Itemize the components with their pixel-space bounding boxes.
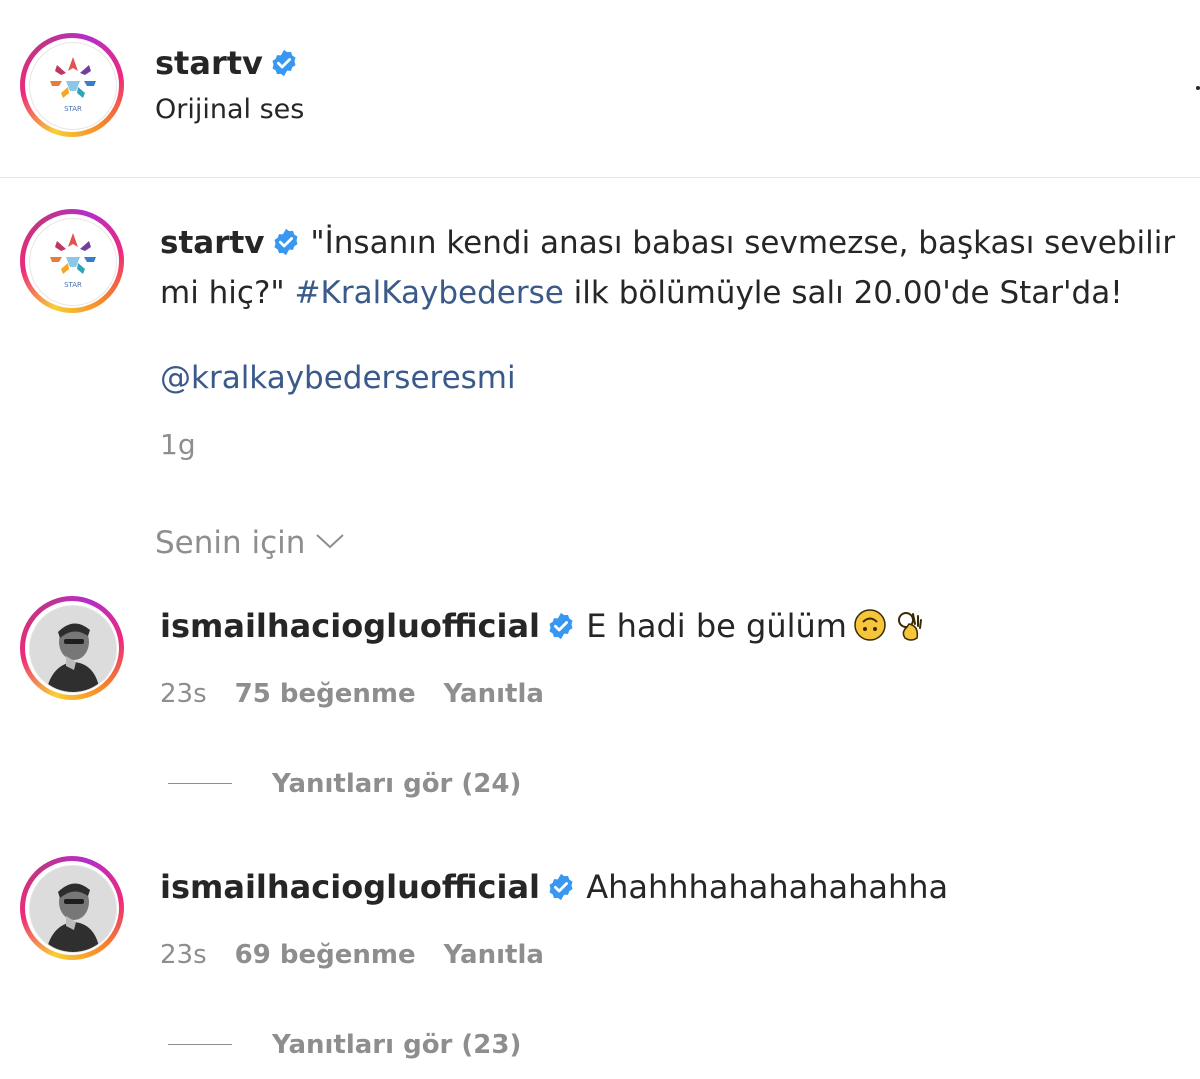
comment-sort-label: Senin için: [155, 525, 306, 561]
chevron-down-icon: [316, 534, 345, 549]
comment-1-text: E hadi be gülüm: [586, 607, 847, 645]
caption-username[interactable]: startv: [160, 225, 265, 261]
comment-sort-dropdown[interactable]: Senin için: [155, 525, 345, 561]
verified-badge-icon: [272, 49, 296, 77]
comment-1-view-replies[interactable]: Yanıtları gör (24): [168, 769, 521, 799]
avatar-comment-1[interactable]: [20, 596, 124, 700]
verified-badge-icon: [549, 612, 573, 640]
header-username[interactable]: startv: [155, 44, 299, 82]
divider-line: [168, 1044, 232, 1045]
profile-photo: [30, 606, 116, 692]
caption-rest: ilk bölümüyle salı 20.00'de Star'da!: [573, 275, 1123, 311]
comment-2-body: ismailhaciogluofficial Ahahhhahahahahahh…: [160, 868, 948, 906]
star-tv-logo: STAR: [50, 233, 96, 289]
comment-2-meta: 23s 69 beğenme Yanıtla: [160, 940, 572, 970]
ok-hand-icon: [897, 612, 922, 641]
avatar-comment-2[interactable]: [20, 856, 124, 960]
comment-1-body: ismailhaciogluofficial E hadi be gülüm: [160, 607, 927, 645]
audio-label[interactable]: Orijinal ses: [155, 94, 304, 125]
svg-text:STAR: STAR: [64, 281, 82, 289]
avatar-startv-caption[interactable]: STAR: [20, 209, 124, 313]
star-tv-logo: STAR: [50, 57, 96, 113]
comment-1-meta: 23s 75 beğenme Yanıtla: [160, 679, 572, 709]
more-options-icon[interactable]: [1196, 86, 1200, 90]
comment-1-likes[interactable]: 75 beğenme: [235, 679, 416, 709]
comment-2-view-replies[interactable]: Yanıtları gör (23): [168, 1030, 521, 1060]
post-caption: startv "İnsanın kendi anası babası sevme…: [160, 218, 1190, 318]
hashtag-link[interactable]: #KralKaybederse: [295, 275, 564, 311]
comment-2-age: 23s: [160, 940, 207, 970]
profile-photo: [30, 866, 116, 952]
upside-down-face-icon: [854, 609, 886, 641]
svg-text:STAR: STAR: [64, 105, 82, 113]
verified-badge-icon: [549, 873, 573, 901]
avatar-startv-header[interactable]: STAR: [20, 33, 124, 137]
comment-2-username[interactable]: ismailhaciogluofficial: [160, 868, 540, 906]
comment-2-text: Ahahhhahahahahahha: [586, 868, 949, 906]
mention-link[interactable]: @kralkaybederseresmi: [160, 360, 516, 396]
comment-2-likes[interactable]: 69 beğenme: [235, 940, 416, 970]
comment-2-reply-button[interactable]: Yanıtla: [444, 940, 544, 970]
post-header: STAR startv Orijinal ses: [0, 0, 1200, 178]
divider-line: [168, 783, 232, 784]
comment-1-reply-button[interactable]: Yanıtla: [444, 679, 544, 709]
comment-1-username[interactable]: ismailhaciogluofficial: [160, 607, 540, 645]
instagram-post-panel: STAR startv Orijinal ses STAR startv "İn…: [0, 0, 1200, 1079]
verified-badge-icon: [274, 228, 298, 256]
comment-1-age: 23s: [160, 679, 207, 709]
caption-age: 1g: [160, 428, 196, 461]
